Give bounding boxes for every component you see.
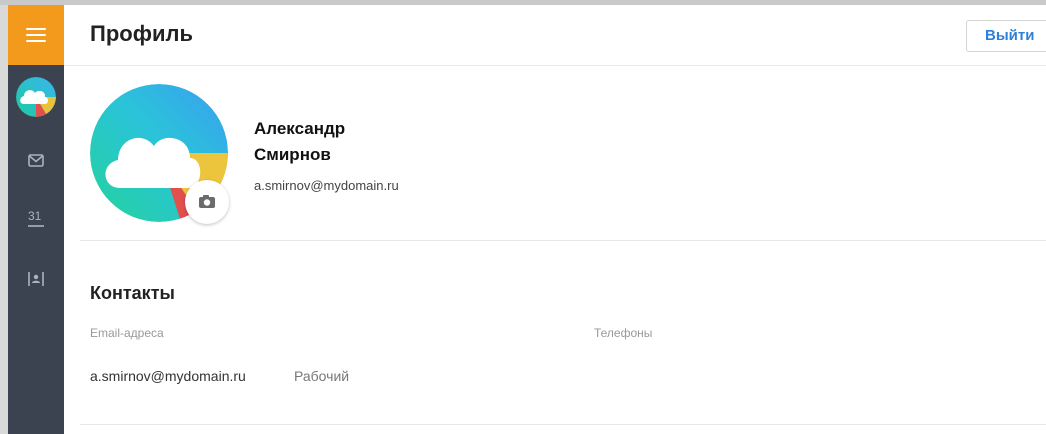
header: Профиль Выйти xyxy=(64,5,1046,66)
sidebar-item-calendar[interactable]: 31 xyxy=(24,207,48,231)
user-last-name: Смирнов xyxy=(254,145,331,164)
contacts-icon xyxy=(28,272,44,286)
page-title: Профиль xyxy=(90,21,193,46)
contact-email-type: Рабочий xyxy=(294,368,350,384)
camera-icon xyxy=(199,195,215,208)
sidebar-item-mail[interactable] xyxy=(24,149,48,173)
sidebar-item-contacts[interactable] xyxy=(24,267,48,291)
change-photo-button[interactable] xyxy=(185,180,229,224)
divider xyxy=(80,240,1046,241)
left-border xyxy=(0,5,8,434)
phones-column-label: Телефоны xyxy=(594,326,653,340)
sidebar: 31 xyxy=(8,5,64,434)
calendar-day: 31 xyxy=(28,209,42,223)
emails-column-label: Email-адреса xyxy=(90,326,164,340)
user-name: Александр Смирнов xyxy=(254,116,394,168)
contacts-title: Контакты xyxy=(90,283,175,303)
user-email: a.smirnov@mydomain.ru xyxy=(254,178,399,193)
user-first-name: Александр xyxy=(254,119,346,138)
menu-button[interactable] xyxy=(8,5,64,65)
mail-icon xyxy=(28,154,44,167)
contact-email-address[interactable]: a.smirnov@mydomain.ru xyxy=(90,368,246,384)
divider xyxy=(80,424,1046,425)
sidebar-avatar[interactable] xyxy=(16,77,56,117)
logout-button[interactable]: Выйти xyxy=(966,20,1046,52)
